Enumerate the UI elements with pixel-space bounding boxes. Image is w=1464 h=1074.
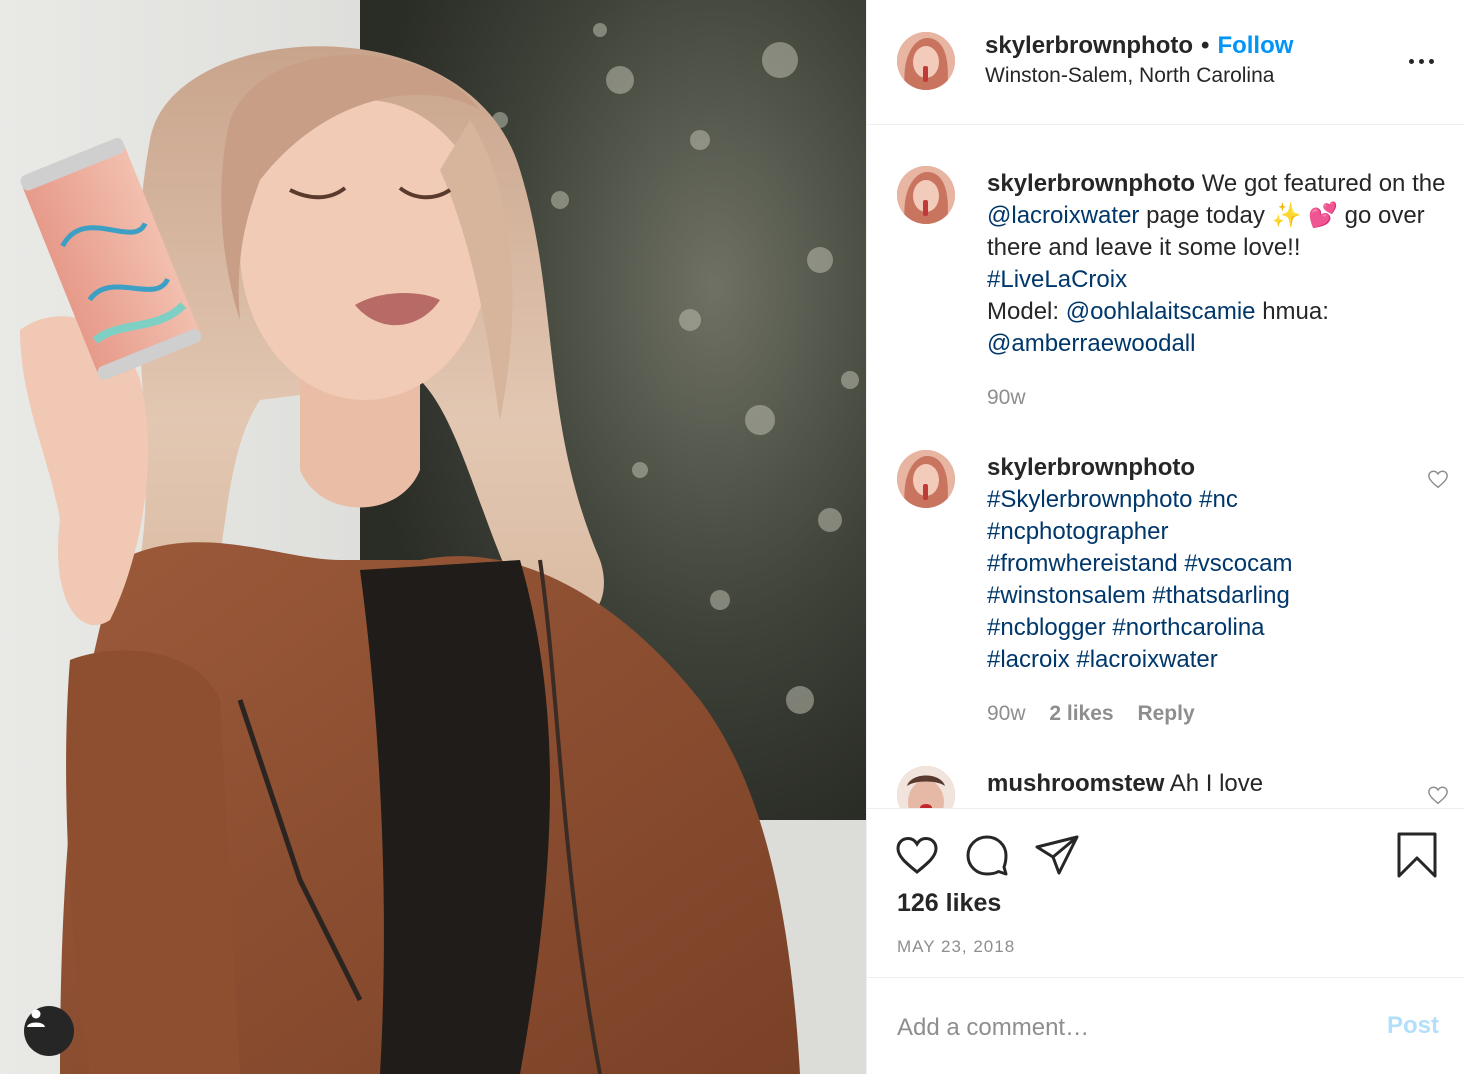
post-button[interactable]: Post: [1387, 1012, 1439, 1040]
paper-plane-icon[interactable]: [1033, 831, 1081, 879]
caption-text-4: hmua:: [1262, 298, 1329, 325]
comment-like-heart-icon[interactable]: [1427, 468, 1449, 490]
comment-text: skylerbrownphoto #Skylerbrownphoto #nc #…: [987, 452, 1457, 676]
comment-meta: 90w 2 likes Reply: [987, 702, 1213, 726]
comment-body: Ah I love: [1169, 770, 1264, 797]
post-actions: 126 likes MAY 23, 2018: [867, 808, 1464, 976]
heart-icon[interactable]: [893, 831, 941, 879]
hashtag-link[interactable]: #LiveLaCroix: [987, 266, 1127, 293]
mention-link[interactable]: @oohlalaitscamie: [1066, 298, 1256, 325]
reply-button[interactable]: Reply: [1137, 702, 1194, 725]
post-date[interactable]: MAY 23, 2018: [897, 937, 1015, 957]
mention-link[interactable]: @lacroixwater: [987, 202, 1139, 229]
comment-item: mushroomstew Ah I love: [867, 726, 1464, 808]
comment-input[interactable]: [897, 1010, 1357, 1046]
avatar[interactable]: [897, 166, 955, 224]
caption-text-1: We got featured on the: [1201, 170, 1446, 197]
comment-username[interactable]: skylerbrownphoto: [987, 454, 1195, 481]
comment-item: skylerbrownphoto #Skylerbrownphoto #nc #…: [867, 410, 1464, 730]
comment-like-heart-icon[interactable]: [1427, 784, 1449, 806]
caption-text-3: Model:: [987, 298, 1060, 325]
like-count[interactable]: 126 likes: [897, 889, 1001, 918]
hashtag-list[interactable]: #Skylerbrownphoto #nc #ncphotographer #f…: [987, 484, 1347, 676]
post-header: skylerbrownphoto • Follow Winston-Salem, N…: [867, 0, 1464, 125]
post-side-panel: skylerbrownphoto • Follow Winston-Salem, N…: [866, 0, 1464, 1074]
comment-icon[interactable]: [963, 831, 1011, 879]
location-link[interactable]: Winston-Salem, North Carolina: [985, 64, 1274, 88]
caption: skylerbrownphoto We got featured on the …: [867, 126, 1464, 426]
follow-button[interactable]: Follow: [1217, 32, 1293, 59]
avatar[interactable]: [897, 450, 955, 508]
comments-list[interactable]: skylerbrownphoto We got featured on the …: [867, 126, 1464, 808]
user-tag-icon[interactable]: [24, 1006, 74, 1056]
header-user-line: skylerbrownphoto • Follow: [985, 32, 1293, 60]
header-username[interactable]: skylerbrownphoto: [985, 32, 1193, 59]
timestamp[interactable]: 90w: [987, 386, 1026, 409]
caption-text: skylerbrownphoto We got featured on the …: [987, 168, 1457, 360]
post-photo[interactable]: [0, 0, 866, 1074]
instagram-post: skylerbrownphoto • Follow Winston-Salem, N…: [0, 0, 1464, 1074]
comment-likes[interactable]: 2 likes: [1049, 702, 1113, 725]
avatar[interactable]: [897, 766, 955, 808]
comment-username[interactable]: mushroomstew: [987, 770, 1164, 797]
bookmark-icon[interactable]: [1393, 831, 1441, 879]
timestamp[interactable]: 90w: [987, 702, 1026, 725]
avatar[interactable]: [897, 32, 955, 90]
separator-dot: •: [1201, 32, 1210, 59]
mention-link[interactable]: @amberraewoodall: [987, 330, 1195, 357]
add-comment-bar: Post: [867, 977, 1464, 1074]
caption-meta: 90w: [987, 386, 1044, 410]
comment-text: mushroomstew Ah I love: [987, 768, 1457, 800]
more-options-icon[interactable]: [1403, 46, 1439, 76]
caption-username[interactable]: skylerbrownphoto: [987, 170, 1195, 197]
photo-illustration: [0, 0, 866, 1074]
